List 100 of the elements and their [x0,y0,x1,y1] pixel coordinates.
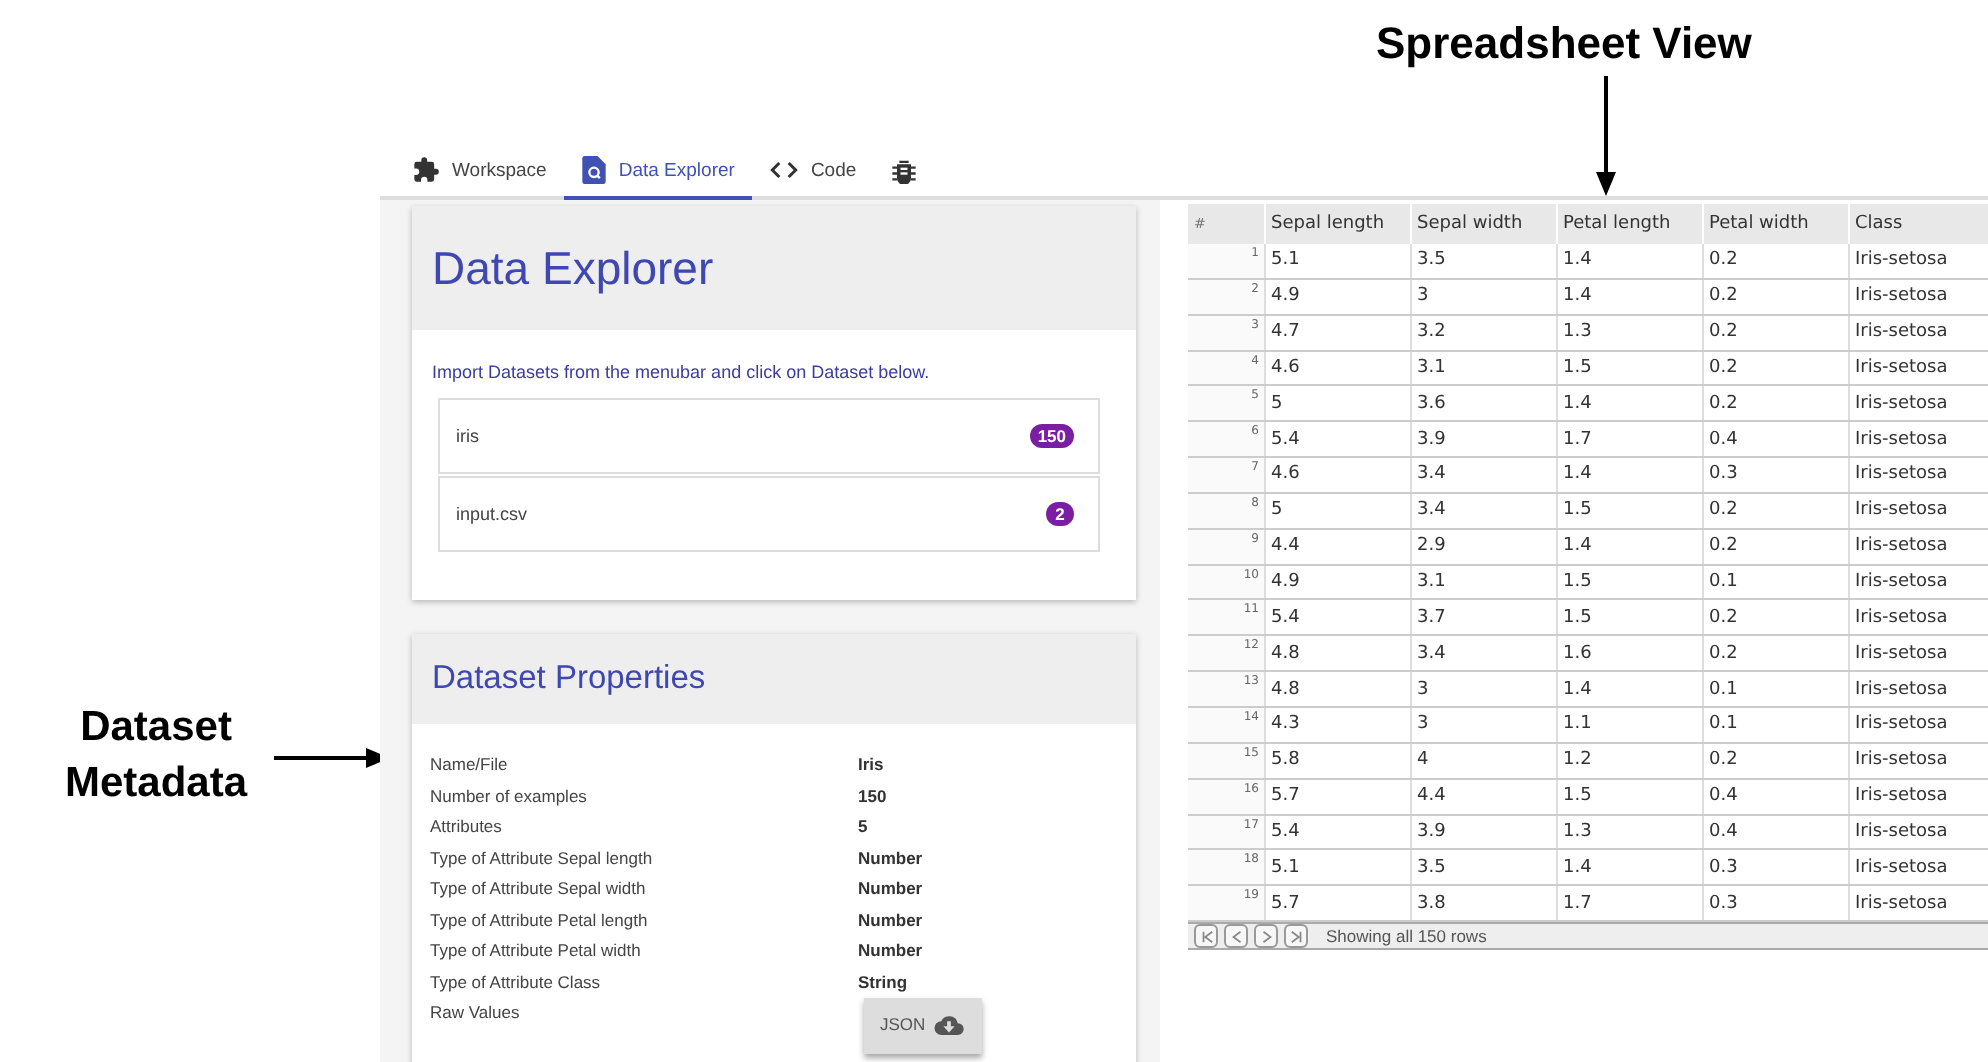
dataset-name: input.csv [456,504,528,524]
table-cell: 0.2 [1702,492,1848,529]
table-cell: Iris-setosa [1848,778,1988,814]
table-cell: 0.2 [1702,742,1848,779]
table-cell: 1.5 [1556,599,1702,636]
table-cell: 3.5 [1410,849,1556,886]
column-header[interactable]: Sepal length [1264,204,1410,244]
panel-title: Data Explorer [432,241,714,295]
table-cell: 5 [1264,385,1410,422]
table-cell: 4.9 [1264,564,1410,600]
tab[interactable]: Code [752,144,875,200]
table-cell: 3.9 [1410,814,1556,850]
table-cell: 1.6 [1556,635,1702,672]
next-page-button[interactable] [1254,924,1278,949]
table-cell: 2.9 [1410,528,1556,565]
property-label: Type of Attribute Sepal width [430,876,648,902]
table-cell: 4.9 [1264,278,1410,315]
status-text: Showing all 150 rows [1326,926,1487,947]
table-cell: 5.4 [1264,599,1410,636]
table-cell: Iris-setosa [1848,278,1988,315]
table-cell: 3 [1410,278,1556,315]
table-cell: 1.4 [1556,671,1702,707]
table-cell: 3.6 [1410,385,1556,422]
table-cell: 1.7 [1556,421,1702,458]
table-cell: Iris-setosa [1848,742,1988,779]
json-download-button[interactable]: JSON [864,998,982,1053]
table-cell: 3 [1410,706,1556,743]
table-cell: 5.1 [1264,244,1410,279]
dataset-item[interactable]: input.csv 2 [438,476,1100,552]
property-value: 150 [858,783,889,809]
property-label: Number of examples [430,783,589,810]
property-value: Number [858,876,925,902]
table-cell: 0.4 [1702,421,1848,458]
table-cell: Iris-setosa [1848,635,1988,672]
table-cell: 5.4 [1264,421,1410,458]
table-cell: 4.6 [1264,457,1410,493]
table-cell: 3.5 [1410,244,1556,279]
annotation-label: Spreadsheet View [1376,16,1752,72]
table-cell: 4.8 [1264,635,1410,672]
annotation-arrow [1596,76,1616,196]
table-cell: Iris-setosa [1848,528,1988,565]
table-cell: 4.4 [1410,778,1556,814]
table-cell: 0.1 [1702,671,1848,707]
count-badge: 2 [1046,502,1074,526]
table-cell: 0.2 [1702,278,1848,315]
table-cell: Iris-setosa [1848,457,1988,493]
annotation-label: Dataset Metadata [62,702,250,810]
table-cell: 5.8 [1264,742,1410,779]
table-cell: 1.1 [1556,706,1702,743]
table-cell: 0.1 [1702,564,1848,600]
next-icon [1259,929,1273,944]
table-cell: Iris-setosa [1848,706,1988,743]
property-label: Type of Attribute Petal length [430,907,650,934]
table-cell: 3.9 [1410,421,1556,458]
property-value: Number [858,845,925,871]
table-cell: 1.4 [1556,457,1702,493]
table-cell: Iris-setosa [1848,564,1988,600]
table-cell: 4.7 [1264,314,1410,351]
table-cell: 4.4 [1264,528,1410,565]
tab[interactable]: Workspace [394,144,565,200]
table-cell: 4.6 [1264,350,1410,386]
last-page-button[interactable] [1284,924,1308,949]
table-cell: 5.1 [1264,849,1410,886]
table-cell: 1.5 [1556,564,1702,600]
table-cell: 1.4 [1556,385,1702,422]
table-cell: Iris-setosa [1848,849,1988,886]
first-page-button[interactable] [1194,924,1218,949]
table-cell: 0.2 [1702,385,1848,422]
table-cell: 1.2 [1556,742,1702,779]
table-cell: 3.1 [1410,350,1556,386]
table-cell: Iris-setosa [1848,599,1988,636]
column-header[interactable]: Sepal width [1410,204,1556,244]
table-cell: 0.4 [1702,778,1848,814]
table-cell: 3.4 [1410,635,1556,672]
table-cell: 1.4 [1556,528,1702,565]
table-cell: 0.4 [1702,814,1848,850]
table-cell: 0.2 [1702,528,1848,565]
table-cell: 1.3 [1556,314,1702,351]
table-cell: 1.4 [1556,849,1702,886]
dataset-item[interactable]: iris 150 [438,398,1100,474]
table-cell: 0.2 [1702,635,1848,672]
column-header[interactable]: Petal width [1702,204,1848,244]
table-cell: 1.3 [1556,814,1702,850]
table-cell: 4 [1410,742,1556,779]
property-label: Type of Attribute Petal width [430,938,643,964]
table-cell: 3.4 [1410,457,1556,493]
dataset-name: iris [456,426,479,446]
table-cell: 0.2 [1702,314,1848,351]
cloud-download-icon [933,1014,964,1037]
table-cell: Iris-setosa [1848,314,1988,351]
table-cell: Iris-setosa [1848,671,1988,707]
table-cell: 1.4 [1556,278,1702,315]
table-cell: 4.3 [1264,706,1410,743]
column-header[interactable]: Petal length [1556,204,1702,244]
table-cell: Iris-setosa [1848,385,1988,422]
property-label: Name/File [430,752,510,778]
property-value: Number [858,938,925,964]
previous-page-button[interactable] [1224,924,1248,949]
hint-text: Import Datasets from the menubar and click on Dataset below. [432,362,932,382]
column-header[interactable]: Class [1848,204,1988,244]
